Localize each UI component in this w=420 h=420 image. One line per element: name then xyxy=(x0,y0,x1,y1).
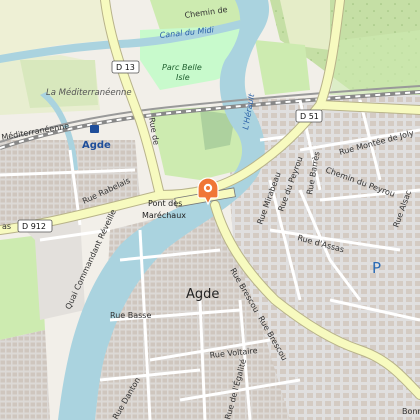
shield-d51: D 51 xyxy=(295,109,323,123)
label-parc-belle-isle-1: Parc Belle xyxy=(162,63,202,72)
svg-text:D 912: D 912 xyxy=(22,222,46,231)
label-agde-station: Agde xyxy=(82,140,111,151)
road-east xyxy=(316,101,420,114)
svg-text:D 51: D 51 xyxy=(300,112,319,121)
label-rue-basse: Rue Basse xyxy=(110,311,151,320)
label-agde-town: Agde xyxy=(186,287,219,302)
shield-d13: D 13 xyxy=(111,60,140,74)
shield-d912: D 912 xyxy=(17,219,53,233)
label-as-fragment: as xyxy=(2,222,11,231)
grass-field-east-lower xyxy=(330,30,420,95)
vineyard-west xyxy=(20,60,98,108)
residential-southwest xyxy=(0,330,50,420)
label-pont-des-1: Pont des xyxy=(148,199,182,208)
svg-text:D 13: D 13 xyxy=(116,63,135,72)
label-la-mediterraneenne: La Méditerranéenne xyxy=(46,87,132,98)
label-pont-des-2: Maréchaux xyxy=(142,210,186,220)
train-station-icon xyxy=(90,125,99,133)
parking-icon: P xyxy=(372,259,381,277)
map-svg: Chemin de Canal du Midi Parc Belle Isle … xyxy=(0,0,420,420)
label-bonne: Bonne xyxy=(402,407,420,416)
map-canvas[interactable]: Chemin de Canal du Midi Parc Belle Isle … xyxy=(0,0,420,420)
label-parc-belle-isle-2: Isle xyxy=(176,73,190,82)
